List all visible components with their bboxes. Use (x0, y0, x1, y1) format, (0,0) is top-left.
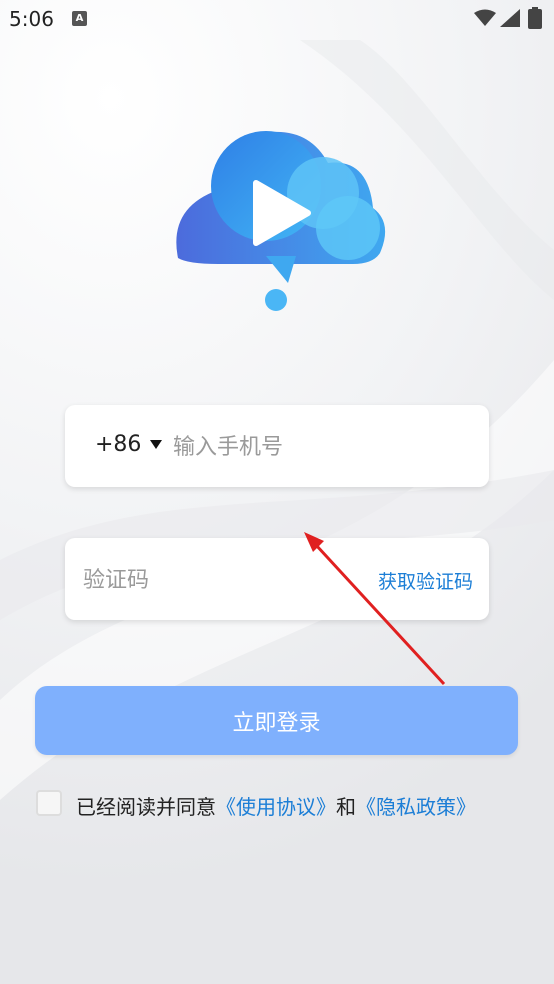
caret-down-icon[interactable] (150, 440, 162, 449)
agreement-prefix: 已经阅读并同意 (76, 795, 216, 819)
agree-checkbox[interactable] (36, 790, 62, 816)
signal-icon (500, 9, 520, 27)
wifi-icon (474, 9, 496, 26)
privacy-link[interactable]: 《隐私政策》 (356, 795, 476, 819)
code-field: 获取验证码 (65, 538, 489, 620)
phone-field: +86 (65, 405, 489, 487)
cloud-play-icon (176, 131, 386, 311)
status-bar: 5:06 A (0, 0, 554, 38)
terms-link[interactable]: 《使用协议》 (216, 795, 336, 819)
a-icon: A (72, 11, 87, 26)
code-input[interactable] (81, 562, 345, 598)
agreement-text: 已经阅读并同意《使用协议》和《隐私政策》 (76, 791, 476, 820)
login-button[interactable]: 立即登录 (35, 686, 518, 755)
battery-icon (528, 7, 542, 29)
agreement-and: 和 (336, 795, 356, 819)
status-time: 5:06 (9, 7, 54, 31)
phone-input[interactable] (171, 429, 475, 465)
get-code-button[interactable]: 获取验证码 (378, 567, 473, 594)
country-code[interactable]: +86 (95, 432, 141, 457)
